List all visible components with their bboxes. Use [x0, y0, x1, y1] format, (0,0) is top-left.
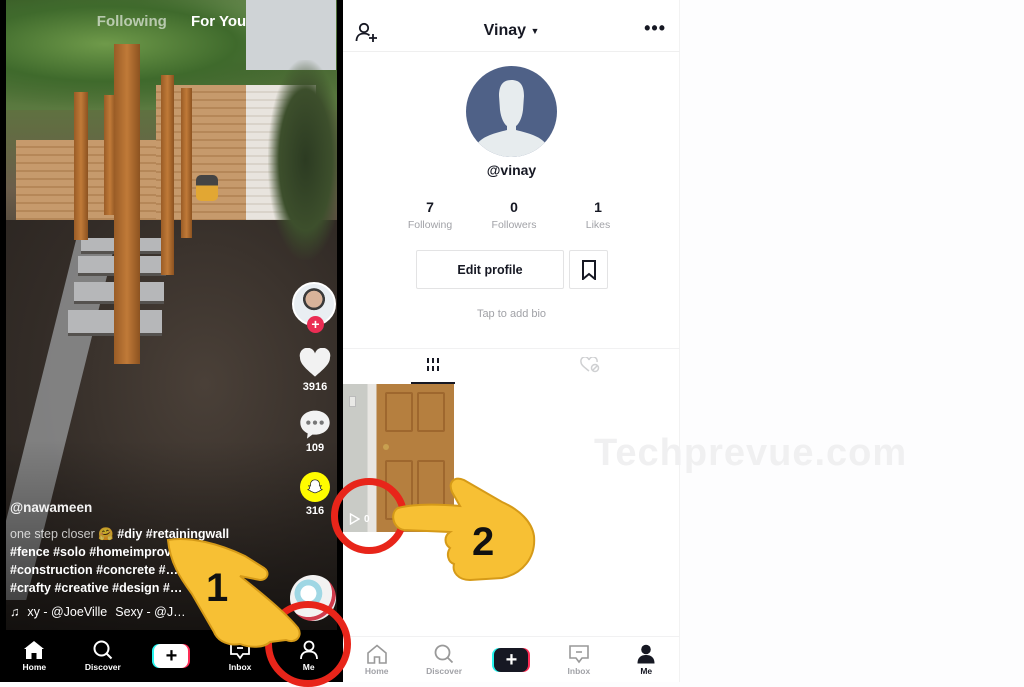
add-bio-link[interactable]: Tap to add bio	[343, 308, 680, 320]
profile-header: Vinay ▼ •••	[343, 16, 680, 52]
step-number-1: 1	[206, 566, 229, 610]
like-button[interactable]: 3916	[292, 348, 338, 393]
nav-me[interactable]: Me	[616, 644, 676, 676]
nav-inbox-label: Inbox	[228, 662, 252, 672]
nav-home[interactable]: Home	[347, 643, 407, 676]
profile-content-tabs	[343, 348, 680, 384]
thumb-light-switch	[349, 396, 356, 407]
nav-discover[interactable]: Discover	[73, 640, 133, 672]
search-icon	[93, 640, 113, 660]
caret-down-icon: ▼	[530, 25, 540, 36]
stat-label: Likes	[585, 219, 611, 231]
creator-avatar[interactable]: +	[292, 282, 336, 333]
heart-icon	[299, 348, 331, 377]
nav-home-label: Home	[364, 665, 389, 676]
nav-inbox[interactable]: Inbox	[549, 644, 609, 676]
like-count: 3916	[302, 381, 328, 393]
pointing-hand-2-icon	[392, 477, 536, 582]
video-bg-post	[74, 92, 88, 240]
follow-plus-icon[interactable]: +	[307, 316, 324, 333]
video-bg-post	[161, 75, 174, 275]
stat-value: 0	[510, 199, 518, 215]
default-avatar-silhouette-icon	[477, 80, 546, 157]
comment-icon	[300, 410, 330, 439]
search-icon	[434, 644, 454, 663]
music-note-icon: ♫	[10, 605, 20, 619]
music-title: xy - @JoeVille	[27, 605, 108, 619]
video-bg-compressor	[196, 175, 218, 201]
home-icon	[366, 643, 387, 664]
share-count: 316	[305, 505, 325, 517]
video-bg-post	[114, 44, 140, 364]
bottom-nav: Home Discover + Inbox Me	[343, 636, 680, 682]
comment-button[interactable]: 109	[292, 409, 338, 454]
nav-me-label: Me	[640, 665, 653, 676]
tab-for-you[interactable]: For You	[191, 13, 246, 30]
more-icon[interactable]: •••	[644, 18, 666, 39]
caption-description: one step closer 🤗	[10, 527, 114, 541]
stat-value: 1	[594, 199, 602, 215]
profile-title[interactable]: Vinay ▼	[343, 22, 680, 40]
thumb-door-panel	[417, 392, 445, 432]
side-actions: + 3916 109 316	[292, 282, 338, 517]
bookmarks-button[interactable]	[569, 250, 608, 289]
liked-hidden-icon[interactable]	[580, 357, 600, 373]
stat-value: 7	[426, 199, 434, 215]
step-number-2: 2	[472, 520, 495, 564]
home-icon	[24, 641, 45, 659]
stat-following[interactable]: 7 Following	[388, 199, 472, 231]
edit-profile-button[interactable]: Edit profile	[416, 250, 564, 289]
stat-label: Followers	[491, 219, 537, 231]
nav-discover-label: Discover	[426, 665, 463, 676]
pointing-hand-1-icon	[166, 537, 301, 648]
watermark: Techprevue.com	[594, 432, 908, 474]
nav-discover[interactable]: Discover	[414, 644, 474, 676]
profile-stats: 7 Following 0 Followers 1 Likes	[388, 199, 678, 231]
nav-create[interactable]: +	[481, 647, 541, 672]
snapchat-share-icon	[300, 472, 330, 502]
tab-following[interactable]: Following	[97, 13, 167, 30]
nav-home[interactable]: Home	[4, 640, 64, 672]
stat-followers[interactable]: 0 Followers	[472, 199, 556, 231]
thumb-door-knob	[383, 444, 389, 450]
stat-label: Following	[407, 219, 453, 231]
comment-count: 109	[305, 442, 325, 454]
stat-likes[interactable]: 1 Likes	[556, 199, 640, 231]
inbox-icon	[569, 644, 589, 663]
videos-grid-icon[interactable]	[426, 357, 440, 373]
create-plus-icon: +	[492, 647, 531, 672]
feed-tabs: Following For You	[0, 13, 343, 30]
nav-home-label: Home	[22, 662, 47, 672]
profile-name: Vinay	[483, 22, 527, 39]
profile-avatar[interactable]	[466, 66, 557, 157]
nav-inbox-label: Inbox	[567, 665, 591, 676]
video-bg-bush	[268, 60, 337, 260]
person-icon	[637, 644, 655, 663]
thumb-door-panel	[385, 392, 413, 432]
profile-handle: @vinay	[486, 162, 537, 178]
creator-username[interactable]: @nawameen	[10, 499, 290, 517]
nav-discover-label: Discover	[84, 662, 121, 672]
bookmark-icon	[581, 259, 596, 280]
video-bg-post	[181, 88, 192, 238]
